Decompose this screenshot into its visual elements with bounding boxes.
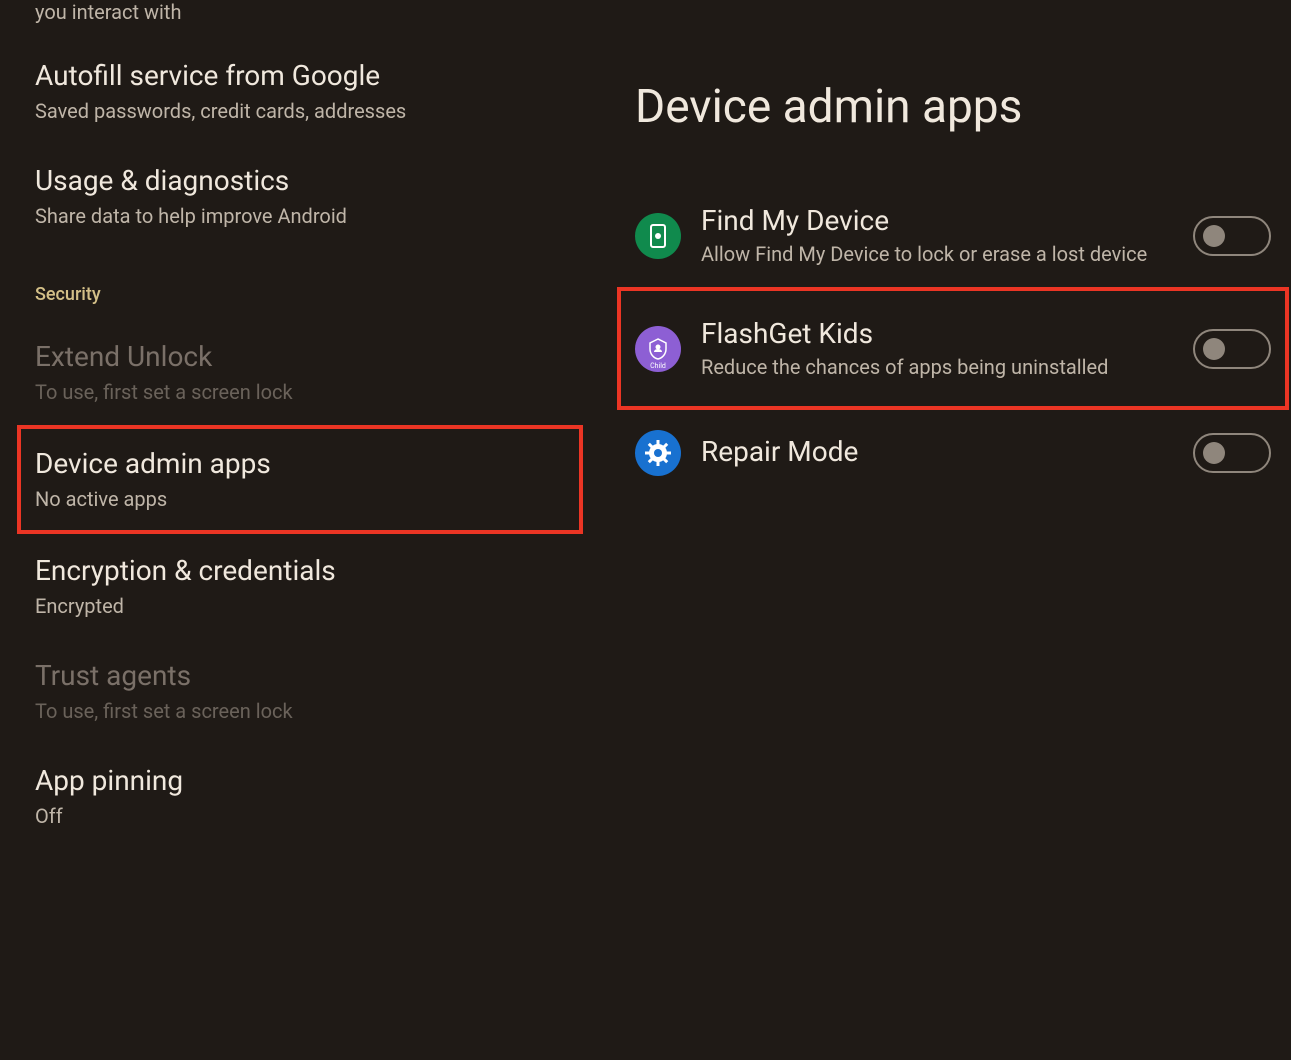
admin-title: Repair Mode bbox=[701, 435, 1173, 468]
admin-title: FlashGet Kids bbox=[701, 317, 1173, 350]
setting-usage-diagnostics[interactable]: Usage & diagnostics Share data to help i… bbox=[35, 144, 565, 249]
admin-text: FlashGet Kids Reduce the chances of apps… bbox=[701, 317, 1173, 380]
admin-app-find-my-device[interactable]: Find My Device Allow Find My Device to l… bbox=[635, 184, 1271, 287]
setting-subtitle: Share data to help improve Android bbox=[35, 203, 565, 229]
admin-text: Repair Mode bbox=[701, 435, 1173, 472]
setting-title: Autofill service from Google bbox=[35, 59, 565, 92]
setting-title: Trust agents bbox=[35, 659, 565, 692]
setting-app-pinning[interactable]: App pinning Off bbox=[35, 744, 565, 849]
admin-app-repair-mode[interactable]: Repair Mode bbox=[635, 410, 1271, 496]
page-title: Device admin apps bbox=[635, 0, 1271, 184]
setting-subtitle: To use, first set a screen lock bbox=[35, 698, 565, 724]
toggle-find-my-device[interactable] bbox=[1193, 216, 1271, 256]
shield-icon bbox=[646, 337, 670, 361]
setting-encryption[interactable]: Encryption & credentials Encrypted bbox=[35, 534, 565, 639]
setting-title: App pinning bbox=[35, 764, 565, 797]
setting-title: Extend Unlock bbox=[35, 340, 565, 373]
toggle-flashget-kids[interactable] bbox=[1193, 329, 1271, 369]
admin-app-flashget-kids[interactable]: Child FlashGet Kids Reduce the chances o… bbox=[635, 297, 1271, 400]
setting-subtitle: No active apps bbox=[35, 486, 565, 512]
setting-device-admin-apps[interactable]: Device admin apps No active apps bbox=[35, 441, 565, 518]
admin-subtitle: Reduce the chances of apps being uninsta… bbox=[701, 354, 1173, 380]
gear-icon bbox=[644, 439, 672, 467]
setting-autofill[interactable]: Autofill service from Google Saved passw… bbox=[35, 39, 565, 144]
setting-title: Encryption & credentials bbox=[35, 554, 565, 587]
setting-trust-agents: Trust agents To use, first set a screen … bbox=[35, 639, 565, 744]
setting-subtitle: Off bbox=[35, 803, 565, 829]
setting-subtitle: To use, first set a screen lock bbox=[35, 379, 565, 405]
find-my-device-icon bbox=[635, 213, 681, 259]
highlight-device-admin: Device admin apps No active apps bbox=[17, 425, 583, 534]
setting-extend-unlock: Extend Unlock To use, first set a screen… bbox=[35, 320, 565, 425]
setting-subtitle: Saved passwords, credit cards, addresses bbox=[35, 98, 565, 124]
admin-text: Find My Device Allow Find My Device to l… bbox=[701, 204, 1173, 267]
device-admin-panel: Device admin apps Find My Device Allow F… bbox=[600, 0, 1291, 1060]
icon-label: Child bbox=[650, 362, 666, 370]
settings-list-panel: you interact with Autofill service from … bbox=[0, 0, 600, 1060]
setting-title: Device admin apps bbox=[35, 447, 565, 480]
toggle-repair-mode[interactable] bbox=[1193, 433, 1271, 473]
setting-subtitle: Encrypted bbox=[35, 593, 565, 619]
admin-title: Find My Device bbox=[701, 204, 1173, 237]
phone-icon bbox=[650, 224, 666, 248]
highlight-flashget: Child FlashGet Kids Reduce the chances o… bbox=[617, 287, 1289, 410]
truncated-item-subtitle: you interact with bbox=[35, 0, 565, 39]
admin-subtitle: Allow Find My Device to lock or erase a … bbox=[701, 241, 1173, 267]
setting-title: Usage & diagnostics bbox=[35, 164, 565, 197]
section-header-security: Security bbox=[35, 249, 565, 320]
repair-mode-icon bbox=[635, 430, 681, 476]
flashget-kids-icon: Child bbox=[635, 326, 681, 372]
